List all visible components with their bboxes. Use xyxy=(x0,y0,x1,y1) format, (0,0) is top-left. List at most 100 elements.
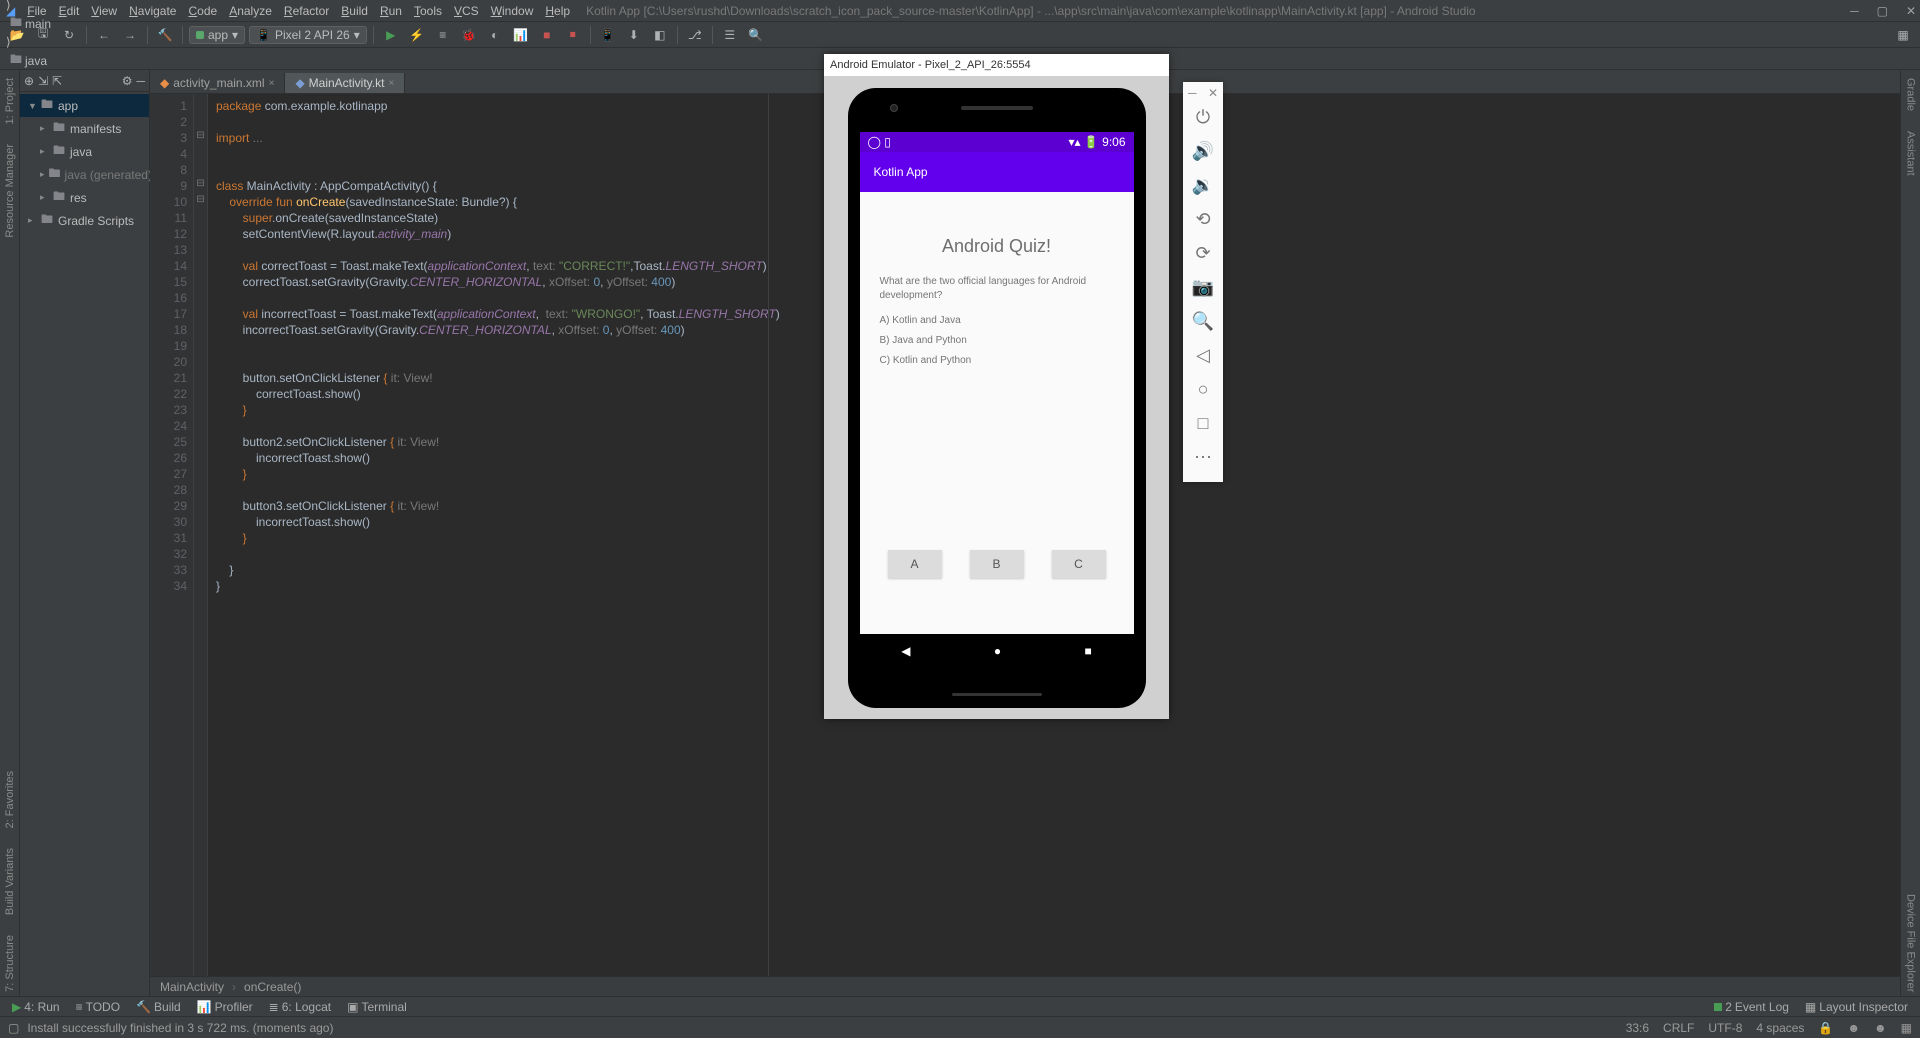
device-combo[interactable]: 📱Pixel 2 API 26▾ xyxy=(249,26,367,44)
phone-screen[interactable]: ◯ ▯ ▾▴ 🔋 9:06 Kotlin App Android Quiz! W… xyxy=(860,132,1134,668)
nav-back-icon[interactable]: ◀ xyxy=(901,644,910,658)
tree-app[interactable]: ▼🖿app xyxy=(20,94,149,117)
app-content: Android Quiz! What are the two official … xyxy=(860,192,1134,385)
structure-icon[interactable]: ☰ xyxy=(719,24,741,46)
menu-run[interactable]: Run xyxy=(374,2,408,20)
build-variants-tool-button[interactable]: Build Variants xyxy=(4,844,16,919)
apply-code-icon[interactable]: ≡ xyxy=(432,24,454,46)
tree-res[interactable]: ▸🖿res xyxy=(20,186,149,209)
power-icon[interactable]: ⏻ xyxy=(1183,100,1223,134)
menu-refactor[interactable]: Refactor xyxy=(278,2,335,20)
run-config-combo[interactable]: app▾ xyxy=(189,26,245,44)
terminal-tool-button[interactable]: ▣ Terminal xyxy=(341,999,413,1015)
home-icon[interactable]: ○ xyxy=(1183,372,1223,406)
favorites-tool-button[interactable]: 2: Favorites xyxy=(4,767,16,832)
stop-icon[interactable]: ■ xyxy=(536,24,558,46)
debug-icon[interactable]: 🐞 xyxy=(458,24,480,46)
logcat-tool-button[interactable]: ≣ 6: Logcat xyxy=(263,999,337,1015)
cursor-position[interactable]: 33:6 xyxy=(1626,1021,1649,1035)
breadcrumb-class[interactable]: MainActivity xyxy=(160,980,224,994)
menu-tools[interactable]: Tools xyxy=(408,2,448,20)
nav-recents-icon[interactable]: ■ xyxy=(1085,644,1092,658)
face-1-icon[interactable]: ☻ xyxy=(1847,1021,1860,1035)
rotate-right-icon[interactable]: ⟳ xyxy=(1183,236,1223,270)
project-tool-button[interactable]: 1: Project xyxy=(4,74,16,128)
status-bar: ▢ Install successfully finished in 3 s 7… xyxy=(0,1016,1920,1038)
overview-icon[interactable]: □ xyxy=(1183,406,1223,440)
structure-tool-button[interactable]: 7: Structure xyxy=(4,931,16,996)
device-file-explorer-tool-button[interactable]: Device File Explorer xyxy=(1905,890,1917,996)
back-icon[interactable]: ◁ xyxy=(1183,338,1223,372)
maximize-icon[interactable]: ▢ xyxy=(1877,4,1888,18)
back-icon[interactable]: ← xyxy=(93,24,115,46)
breadcrumb-main[interactable]: 🖿 main xyxy=(6,12,93,35)
lock-icon[interactable]: 🔒 xyxy=(1818,1021,1833,1035)
menu-analyze[interactable]: Analyze xyxy=(223,2,278,20)
tab-activity_main-xml[interactable]: ◆activity_main.xml× xyxy=(150,73,285,93)
profile-icon[interactable]: 📊 xyxy=(510,24,532,46)
menu-navigate[interactable]: Navigate xyxy=(123,2,182,20)
emulator-close-icon[interactable]: ✕ xyxy=(1208,86,1218,100)
profiler-tool-button[interactable]: 📊 Profiler xyxy=(191,999,259,1015)
status-toggle-icon[interactable]: ▢ xyxy=(8,1021,19,1035)
resource-manager-tool-button[interactable]: Resource Manager xyxy=(4,140,16,242)
volume-down-icon[interactable]: 🔉 xyxy=(1183,168,1223,202)
collapse-icon[interactable]: ▦ xyxy=(1892,24,1914,46)
zoom-icon[interactable]: 🔍 xyxy=(1183,304,1223,338)
expand-all-icon[interactable]: ⇲ xyxy=(38,74,48,88)
phone-frame: ◯ ▯ ▾▴ 🔋 9:06 Kotlin App Android Quiz! W… xyxy=(848,88,1146,708)
tree-gradle-scripts[interactable]: ▸🖿Gradle Scripts xyxy=(20,209,149,232)
coverage-icon[interactable]: ◐ xyxy=(484,24,506,46)
menu-code[interactable]: Code xyxy=(182,2,223,20)
camera-icon[interactable]: 📷 xyxy=(1183,270,1223,304)
hide-icon[interactable]: ─ xyxy=(136,74,145,88)
sdk-manager-icon[interactable]: ⬇ xyxy=(623,24,645,46)
tree-manifests[interactable]: ▸🖿manifests xyxy=(20,117,149,140)
search-icon[interactable]: 🔍 xyxy=(745,24,767,46)
rotate-left-icon[interactable]: ⟲ xyxy=(1183,202,1223,236)
git-icon[interactable]: ⎇ xyxy=(684,24,706,46)
layout-inspector-button[interactable]: ▦ Layout Inspector xyxy=(1799,999,1914,1015)
select-opened-file-icon[interactable]: ⊕ xyxy=(24,74,34,88)
resource-manager-icon[interactable]: ◧ xyxy=(649,24,671,46)
encoding[interactable]: UTF-8 xyxy=(1708,1021,1742,1035)
volume-up-icon[interactable]: 🔊 xyxy=(1183,134,1223,168)
run-tool-button[interactable]: ▶4: Run xyxy=(6,999,66,1015)
menu-window[interactable]: Window xyxy=(485,2,540,20)
memory-indicator-icon[interactable]: ▦ xyxy=(1901,1021,1912,1035)
app-bar: Kotlin App xyxy=(860,152,1134,192)
attach-debugger-icon[interactable]: ⏹ xyxy=(562,24,584,46)
emulator-minimize-icon[interactable]: ─ xyxy=(1188,86,1197,100)
collapse-all-icon[interactable]: ⇱ xyxy=(52,74,62,88)
quiz-button-c[interactable]: C xyxy=(1052,550,1106,578)
event-log-button[interactable]: 2 Event Log xyxy=(1708,999,1795,1015)
breadcrumb-method[interactable]: onCreate() xyxy=(244,980,301,994)
menu-help[interactable]: Help xyxy=(539,2,576,20)
tab-mainactivity-kt[interactable]: ◆MainActivity.kt× xyxy=(285,73,405,93)
quiz-button-a[interactable]: A xyxy=(888,550,942,578)
todo-tool-button[interactable]: ≡ TODO xyxy=(70,999,126,1015)
close-icon[interactable]: ✕ xyxy=(1906,4,1916,18)
apply-changes-icon[interactable]: ⚡ xyxy=(406,24,428,46)
tree-java[interactable]: ▸🖿java xyxy=(20,140,149,163)
gradle-tool-button[interactable]: Gradle xyxy=(1905,74,1917,115)
quiz-option-c: C) Kotlin and Python xyxy=(880,355,1114,366)
run-icon[interactable]: ▶ xyxy=(380,24,402,46)
breadcrumb-java[interactable]: 🖿 java xyxy=(6,49,93,72)
menu-build[interactable]: Build xyxy=(335,2,374,20)
avd-manager-icon[interactable]: 📱 xyxy=(597,24,619,46)
more-icon[interactable]: ⋯ xyxy=(1183,440,1223,474)
make-project-icon[interactable]: 🔨 xyxy=(154,24,176,46)
settings-icon[interactable]: ⚙ xyxy=(122,74,133,88)
face-2-icon[interactable]: ☻ xyxy=(1874,1021,1887,1035)
forward-icon[interactable]: → xyxy=(119,24,141,46)
nav-home-icon[interactable]: ● xyxy=(994,644,1001,658)
build-tool-button[interactable]: 🔨 Build xyxy=(130,999,187,1015)
menu-vcs[interactable]: VCS xyxy=(448,2,485,20)
indent[interactable]: 4 spaces xyxy=(1756,1021,1804,1035)
tree-java-generated-[interactable]: ▸🖿java (generated) xyxy=(20,163,149,186)
quiz-button-b[interactable]: B xyxy=(970,550,1024,578)
line-separator[interactable]: CRLF xyxy=(1663,1021,1694,1035)
assistant-tool-button[interactable]: Assistant xyxy=(1905,127,1917,180)
minimize-icon[interactable]: ─ xyxy=(1850,4,1859,18)
